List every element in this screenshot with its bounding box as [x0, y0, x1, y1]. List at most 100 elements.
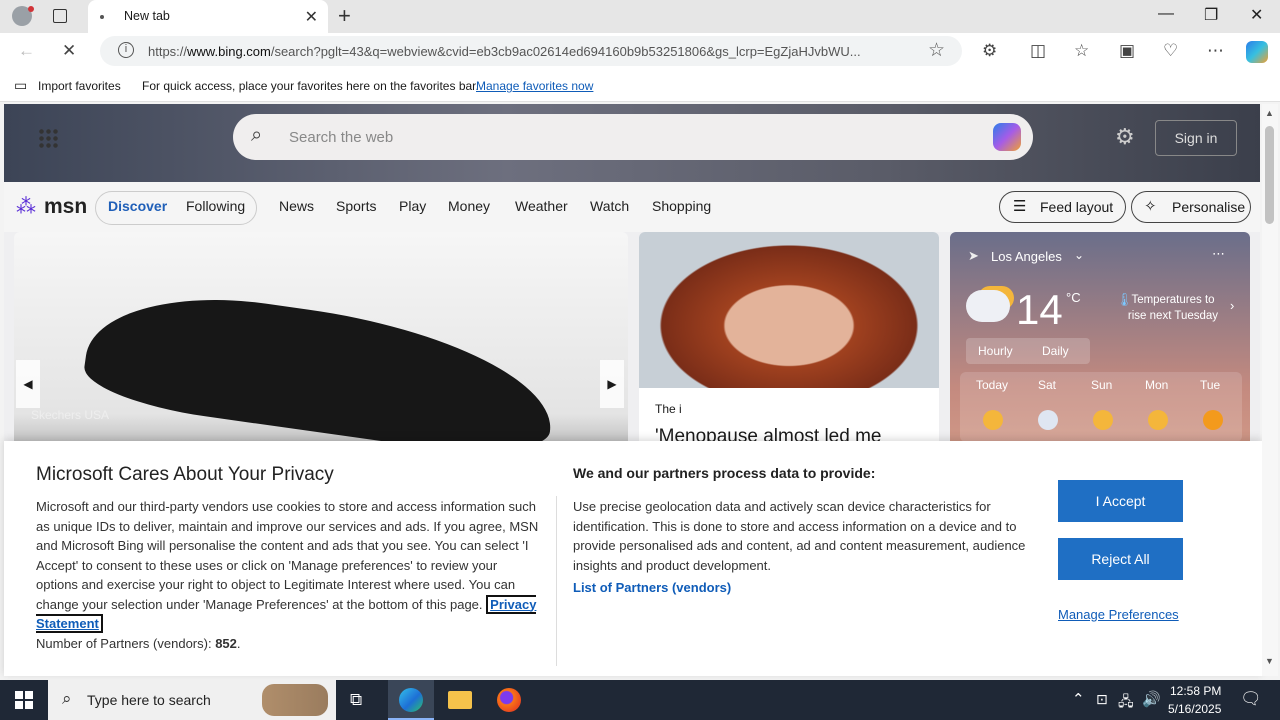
tab-daily[interactable]: Daily — [1042, 344, 1069, 358]
minimize-icon[interactable]: — — [1158, 5, 1174, 23]
feed-layout-label: Feed layout — [1040, 199, 1114, 215]
notification-dot-icon — [28, 6, 34, 12]
nav-money[interactable]: Money — [448, 198, 490, 214]
consent-divider — [556, 496, 557, 666]
tray-device-icon[interactable]: ⊡ — [1096, 691, 1108, 708]
firefox-icon[interactable] — [497, 688, 521, 712]
msn-logo[interactable]: msn — [44, 195, 87, 219]
weather-more-icon[interactable]: ⋯ — [1212, 246, 1225, 262]
msn-logo-icon[interactable]: ⁂ — [16, 194, 36, 219]
copilot-search-icon[interactable] — [993, 123, 1021, 151]
tray-chevron-icon[interactable]: ⌃ — [1072, 690, 1085, 708]
volume-icon[interactable]: 🔊 — [1142, 690, 1161, 708]
copilot-icon[interactable] — [1246, 41, 1268, 63]
nav-news[interactable]: News — [279, 198, 314, 214]
browser-essentials-icon[interactable]: ♡ — [1163, 41, 1178, 61]
taskbar-edge-app[interactable] — [388, 680, 434, 720]
page-scrollbar[interactable]: ▲ ▼ — [1262, 104, 1278, 676]
nav-sports[interactable]: Sports — [336, 198, 376, 214]
partners-count: 852 — [215, 635, 237, 651]
taskbar-search[interactable]: ⌕ Type here to search — [48, 680, 336, 720]
windows-start-icon[interactable] — [15, 691, 33, 709]
clock-date[interactable]: 5/16/2025 — [1168, 702, 1221, 716]
nav-following[interactable]: Following — [186, 198, 245, 214]
tab-actions-icon[interactable] — [53, 9, 67, 23]
scroll-up-icon[interactable]: ▲ — [1265, 108, 1274, 118]
hero-banner: ⌕ Search the web ⚙ Sign in — [4, 104, 1260, 182]
accept-button[interactable]: I Accept — [1058, 480, 1183, 522]
split-screen-icon[interactable]: ◫ — [1030, 41, 1046, 61]
card-source: Skechers USA — [31, 408, 110, 422]
file-explorer-icon[interactable] — [448, 691, 472, 709]
url-path: /search?pglt=43&q=webview&cvid=eb3cb9ac0… — [270, 44, 861, 59]
reject-all-button[interactable]: Reject All — [1058, 538, 1183, 580]
consent-right-body: Use precise geolocation data and activel… — [573, 499, 1026, 573]
nav-watch[interactable]: Watch — [590, 198, 629, 214]
taskbar-search-input[interactable]: Type here to search — [87, 692, 211, 708]
manage-preferences-link[interactable]: Manage Preferences — [1058, 607, 1179, 622]
personalise-button[interactable]: ✧ Personalise — [1131, 191, 1251, 223]
close-tab-icon[interactable]: ✕ — [305, 7, 318, 27]
carousel-prev-button[interactable]: ◀ — [16, 360, 40, 408]
location-arrow-icon: ➤ — [968, 248, 979, 263]
search-icon: ⌕ — [251, 124, 263, 146]
tab-new-tab[interactable]: New tab ✕ — [88, 0, 328, 33]
url-prefix: https:// — [148, 44, 188, 59]
weather-chevron-right-icon[interactable]: › — [1230, 298, 1234, 313]
import-favorites-button[interactable]: Import favorites — [38, 79, 121, 93]
nav-weather[interactable]: Weather — [515, 198, 568, 214]
privacy-consent-dialog: Microsoft Cares About Your Privacy Micro… — [4, 441, 1262, 676]
tab-hourly[interactable]: Hourly — [978, 344, 1013, 358]
stop-loading-icon[interactable]: ✕ — [62, 41, 76, 61]
sparkle-icon: ✧ — [1144, 198, 1157, 215]
back-icon[interactable]: ← — [18, 41, 35, 61]
weather-temp: 14 — [1016, 286, 1063, 333]
favorite-star-icon[interactable]: ☆ — [928, 39, 945, 62]
settings-gear-icon[interactable]: ⚙ — [1115, 124, 1135, 150]
scroll-thumb[interactable] — [1265, 126, 1274, 224]
task-view-icon[interactable]: ⧉ — [350, 690, 362, 710]
news-source: The i — [655, 402, 682, 416]
consent-body-wrap: Microsoft and our third-party vendors us… — [36, 499, 539, 651]
partly-cloudy-icon — [966, 290, 1010, 322]
edge-icon — [399, 688, 423, 712]
nav-discover[interactable]: Discover — [108, 198, 167, 214]
site-info-icon[interactable]: i — [118, 42, 134, 58]
favorites-hint: For quick access, place your favorites h… — [142, 79, 479, 93]
search-box[interactable]: ⌕ Search the web — [233, 114, 1033, 160]
import-favorites-icon[interactable]: ▭ — [14, 77, 27, 94]
search-input[interactable]: Search the web — [289, 129, 393, 146]
url-text: https://www.bing.com/search?pglt=43&q=we… — [148, 44, 861, 59]
forecast-day: Tue — [1200, 378, 1221, 392]
clock-time[interactable]: 12:58 PM — [1170, 684, 1221, 698]
manage-favorites-link[interactable]: Manage favorites now — [476, 79, 593, 93]
consent-right-title: We and our partners process data to prov… — [573, 465, 876, 481]
collections-icon[interactable]: ▣ — [1119, 41, 1135, 61]
scroll-down-icon[interactable]: ▼ — [1265, 656, 1274, 666]
sign-in-button[interactable]: Sign in — [1155, 120, 1237, 156]
favorites-bar: ▭ Import favorites For quick access, pla… — [0, 70, 1280, 102]
location-chevron-icon[interactable]: ⌄ — [1074, 248, 1084, 262]
notifications-icon[interactable]: 🗨 — [1240, 689, 1262, 709]
partners-list-link[interactable]: List of Partners (vendors) — [573, 580, 731, 595]
sun-cloud-icon — [1038, 410, 1058, 430]
nav-play[interactable]: Play — [399, 198, 426, 214]
carousel-next-button[interactable]: ▶ — [600, 360, 624, 408]
restore-icon[interactable]: ❐ — [1204, 5, 1218, 25]
network-icon[interactable]: 🖧 — [1118, 691, 1134, 715]
address-bar[interactable]: i https://www.bing.com/search?pglt=43&q=… — [100, 36, 962, 66]
feed-layout-button[interactable]: ☰ Feed layout — [999, 191, 1126, 223]
apps-grid-icon[interactable] — [38, 128, 58, 148]
extensions-icon[interactable]: ⚙ — [982, 41, 997, 61]
manage-favorites-wrap: Manage favorites now — [476, 79, 593, 93]
nav-shopping[interactable]: Shopping — [652, 198, 711, 214]
sun-icon — [1203, 410, 1223, 430]
consent-title: Microsoft Cares About Your Privacy — [36, 464, 334, 485]
sun-cloud-icon — [1148, 410, 1168, 430]
weather-location[interactable]: Los Angeles — [991, 249, 1062, 264]
more-menu-icon[interactable]: ⋯ — [1207, 41, 1224, 61]
forecast-day: Today — [976, 378, 1009, 392]
new-tab-icon[interactable]: + — [338, 3, 351, 29]
favorites-icon[interactable]: ☆ — [1074, 41, 1089, 61]
close-window-icon[interactable]: ✕ — [1250, 5, 1263, 25]
